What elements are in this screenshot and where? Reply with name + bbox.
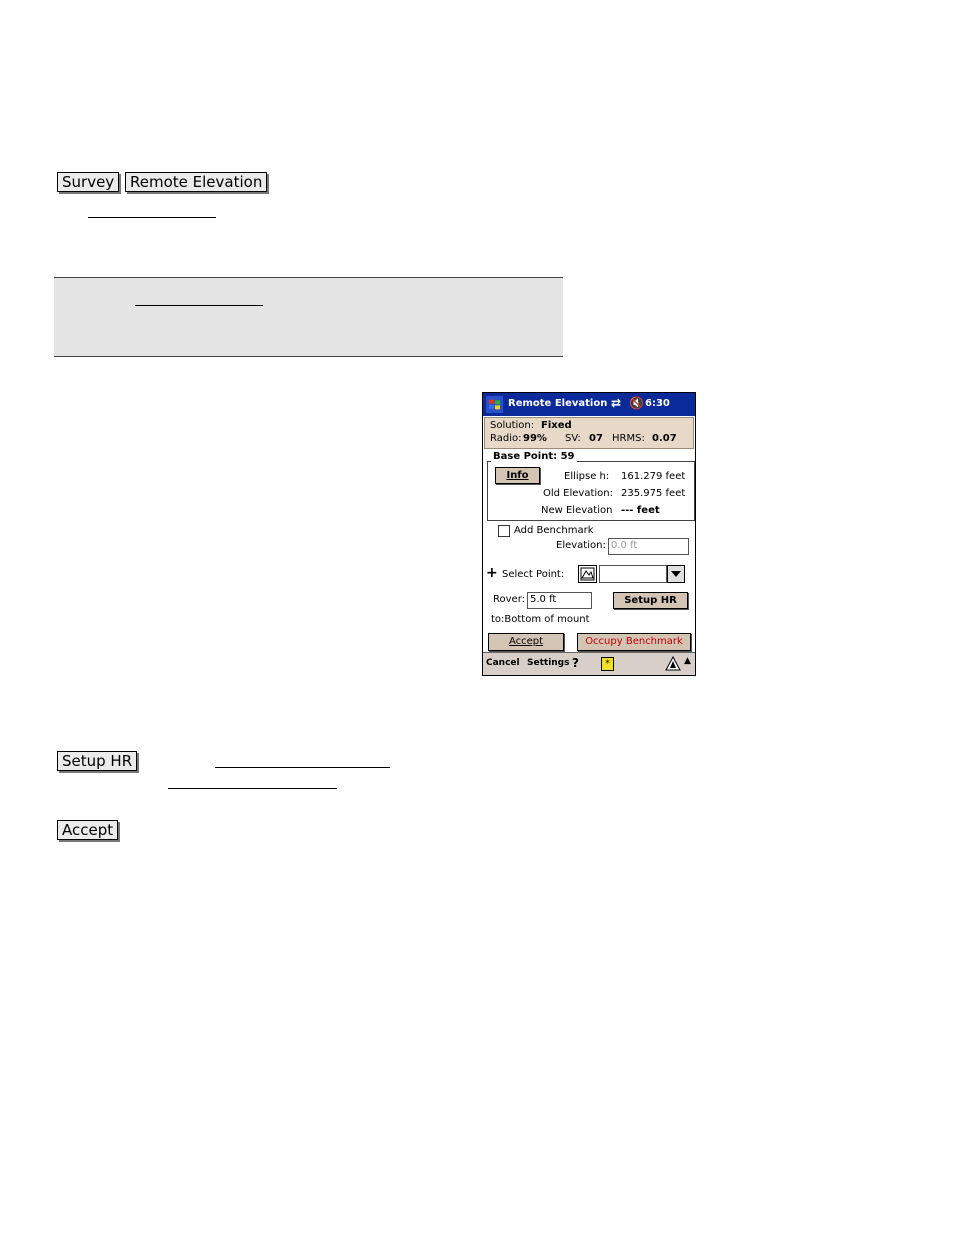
old-elevation-value: 235.975 feet	[621, 488, 686, 499]
warning-triangle-icon[interactable]	[665, 656, 681, 671]
base-point-title: Base Point: 59	[491, 451, 577, 462]
sv-label: SV:	[565, 433, 581, 444]
occupy-benchmark-button[interactable]: Occupy Benchmark	[577, 633, 691, 651]
solution-value: Fixed	[541, 420, 572, 431]
note-link-underline	[135, 305, 263, 306]
note-box	[54, 277, 563, 357]
link-underline-3	[168, 788, 337, 789]
sv-value: 07	[589, 433, 603, 444]
new-elevation-label: New Elevation	[541, 505, 613, 516]
hrms-value: 0.07	[652, 433, 677, 444]
survey-button[interactable]: Survey	[57, 172, 120, 192]
clock[interactable]: 6:30	[645, 398, 670, 409]
star-icon[interactable]: *	[601, 657, 614, 671]
add-point-plus-icon[interactable]: +	[486, 565, 498, 581]
new-elevation-value: --- feet	[621, 505, 660, 516]
ellipse-value: 161.279 feet	[621, 471, 686, 482]
cancel-menu[interactable]: Cancel	[486, 658, 520, 668]
map-select-icon[interactable]	[578, 565, 597, 583]
remote-elevation-button[interactable]: Remote Elevation	[125, 172, 268, 192]
add-benchmark-checkbox[interactable]	[498, 525, 510, 537]
accept-button[interactable]: Accept	[488, 633, 564, 651]
help-question-icon[interactable]: ?	[572, 656, 579, 670]
select-point-label: Select Point:	[502, 569, 565, 580]
windows-start-icon[interactable]	[486, 396, 503, 413]
dropdown-arrow-icon[interactable]	[667, 565, 685, 583]
base-point-group: Info Ellipse h: 161.279 feet Old Elevati…	[487, 461, 695, 521]
pda-screen: Remote Elevation ⇄ 🔇 6:30 Solution: Fixe…	[482, 392, 696, 676]
gps-status-band: Solution: Fixed Radio: 99% SV: 07 HRMS: …	[484, 417, 694, 449]
old-elevation-label: Old Elevation:	[543, 488, 613, 499]
speaker-muted-icon[interactable]: 🔇	[629, 396, 644, 410]
link-underline-2	[215, 767, 390, 768]
link-underline	[88, 217, 216, 218]
menu-bar: Cancel Settings ? * ▲	[483, 652, 695, 675]
input-panel-arrow-icon[interactable]: ▲	[684, 656, 691, 666]
setup-hr-doc-button[interactable]: Setup HR	[57, 751, 138, 771]
rover-height-input[interactable]: 5.0 ft	[527, 592, 592, 609]
settings-menu[interactable]: Settings	[527, 658, 569, 668]
add-benchmark-label: Add Benchmark	[514, 525, 594, 536]
title-bar: Remote Elevation ⇄ 🔇 6:30	[483, 393, 695, 416]
info-button[interactable]: Info	[495, 467, 540, 484]
sync-icon[interactable]: ⇄	[611, 396, 621, 410]
elevation-input[interactable]: 0.0 ft	[608, 538, 689, 555]
elevation-label: Elevation:	[556, 540, 606, 551]
solution-label: Solution:	[490, 420, 535, 431]
window-title: Remote Elevation	[508, 398, 608, 409]
measure-to-text: to:Bottom of mount	[491, 614, 590, 625]
rover-label: Rover:	[493, 594, 525, 605]
radio-value: 99%	[523, 433, 547, 444]
hrms-label: HRMS:	[612, 433, 645, 444]
select-point-input[interactable]	[599, 565, 667, 583]
accept-doc-button[interactable]: Accept	[57, 820, 119, 840]
ellipse-label: Ellipse h:	[564, 471, 610, 482]
radio-label: Radio:	[490, 433, 522, 444]
setup-hr-button[interactable]: Setup HR	[613, 592, 688, 609]
